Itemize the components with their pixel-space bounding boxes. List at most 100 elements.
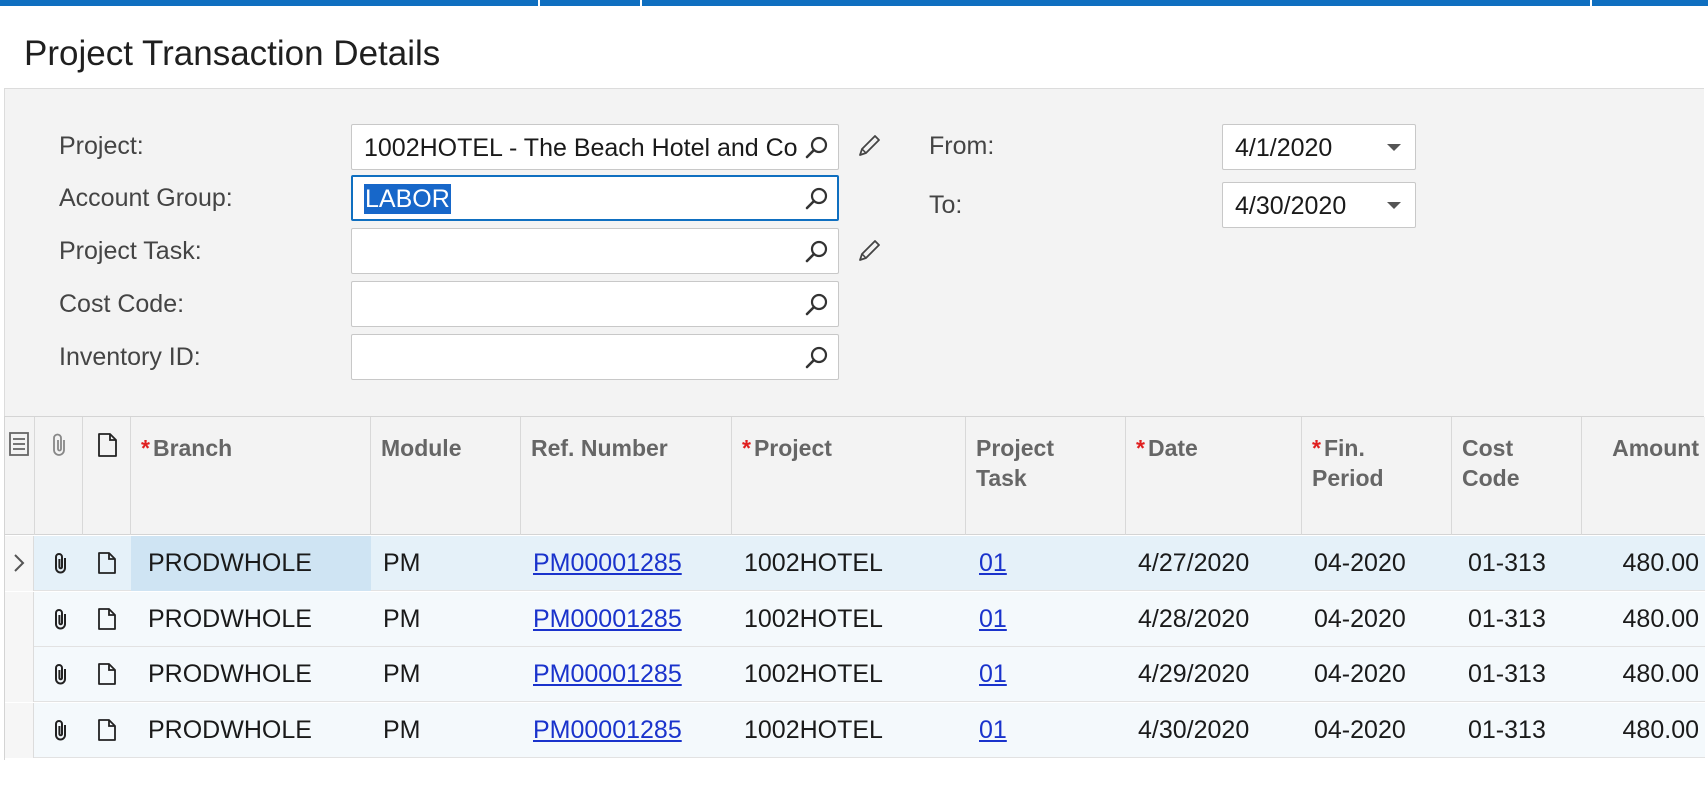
cell-branch: PRODWHOLE [148, 715, 312, 744]
column-header-module[interactable]: Module [371, 417, 521, 535]
cell-cost-code: 01-313 [1468, 604, 1546, 633]
column-label: Fin. Period [1312, 435, 1384, 491]
search-icon[interactable] [804, 186, 830, 212]
column-label: Date [1147, 435, 1198, 461]
notes-header[interactable] [83, 417, 131, 535]
row-selector[interactable] [5, 536, 34, 591]
from-date-value: 4/1/2020 [1235, 134, 1333, 162]
paperclip-icon[interactable] [48, 717, 74, 743]
cost-code-field[interactable] [351, 281, 839, 327]
cell-amount: 480.00 [1622, 549, 1699, 577]
column-header-branch[interactable]: * Branch [131, 417, 371, 535]
required-mark: * [1136, 435, 1145, 461]
column-label: Module [381, 435, 462, 461]
column-header-date[interactable]: * Date [1126, 417, 1302, 535]
cell-module: PM [383, 604, 421, 633]
to-date-value: 4/30/2020 [1235, 192, 1347, 220]
project-value: 1002HOTEL - The Beach Hotel and Co [364, 134, 798, 162]
paperclip-icon[interactable] [46, 431, 74, 459]
cell-project-task[interactable]: 01 [979, 536, 1007, 591]
column-header-fin-period[interactable]: * Fin. Period [1302, 417, 1452, 535]
paperclip-icon[interactable] [48, 606, 74, 632]
top-bar-divider [640, 0, 642, 6]
grid-header: * Branch Module Ref. Number * Project Proj… [5, 417, 1705, 535]
top-accent-bar [0, 0, 1708, 6]
document-icon[interactable] [93, 431, 121, 459]
cell-project-task[interactable]: 01 [979, 647, 1007, 702]
pencil-icon[interactable] [854, 131, 884, 161]
inventory-id-field[interactable] [351, 334, 839, 380]
search-icon[interactable] [804, 292, 830, 318]
account-group-label: Account Group: [59, 184, 233, 212]
attachment-header[interactable] [35, 417, 83, 535]
cell-project-task[interactable]: 01 [979, 592, 1007, 647]
paperclip-icon[interactable] [48, 661, 74, 687]
search-icon[interactable] [804, 345, 830, 371]
cell-fin-period: 04-2020 [1314, 660, 1406, 688]
cell-project: 1002HOTEL [744, 715, 883, 744]
cell-fin-period: 04-2020 [1314, 604, 1406, 633]
search-icon[interactable] [804, 239, 830, 265]
cell-amount: 480.00 [1622, 604, 1699, 633]
required-mark: * [1312, 435, 1321, 461]
column-header-cost-code[interactable]: Cost Code [1452, 417, 1582, 535]
column-header-amount[interactable]: Amount [1582, 417, 1705, 535]
cell-branch: PRODWHOLE [148, 604, 312, 633]
project-field[interactable]: 1002HOTEL - The Beach Hotel and Co [351, 124, 839, 170]
cell-date: 4/27/2020 [1138, 549, 1250, 577]
cell-amount: 480.00 [1622, 660, 1699, 688]
column-label: Project Task [976, 435, 1054, 491]
from-date-label: From: [929, 132, 995, 160]
cell-project: 1002HOTEL [744, 604, 883, 633]
row-selector[interactable] [5, 702, 34, 758]
cell-ref-number[interactable]: PM00001285 [533, 592, 682, 647]
pencil-icon[interactable] [854, 236, 884, 266]
dropdown-caret-icon[interactable] [1387, 144, 1401, 151]
cell-ref-number[interactable]: PM00001285 [533, 647, 682, 702]
table-row[interactable]: PRODWHOLE PM PM00001285 1002HOTEL 01 4/29/202… [5, 647, 1705, 702]
document-icon[interactable] [94, 717, 120, 743]
project-task-field[interactable] [351, 228, 839, 274]
table-row[interactable]: PRODWHOLE PM PM00001285 1002HOTEL 01 4/28/202… [5, 591, 1705, 647]
row-settings-icon[interactable] [7, 431, 31, 457]
column-label: Ref. Number [531, 435, 668, 461]
chevron-right-icon [14, 554, 25, 572]
table-row[interactable]: PRODWHOLE PM PM00001285 1002HOTEL 01 4/27/202… [5, 536, 1705, 591]
cell-module: PM [383, 660, 421, 688]
top-bar-divider [538, 0, 540, 6]
row-selector[interactable] [5, 647, 34, 702]
cell-project: 1002HOTEL [744, 660, 883, 688]
transactions-grid: * Branch Module Ref. Number * Project Proj… [4, 416, 1705, 760]
cell-branch: PRODWHOLE [148, 549, 312, 577]
row-settings-header[interactable] [5, 417, 35, 535]
document-icon[interactable] [94, 550, 120, 576]
cell-project: 1002HOTEL [744, 549, 883, 577]
cell-ref-number[interactable]: PM00001285 [533, 703, 682, 758]
column-label: Amount [1612, 435, 1699, 461]
dropdown-caret-icon[interactable] [1387, 202, 1401, 209]
column-header-ref-number[interactable]: Ref. Number [521, 417, 732, 535]
cell-project-task[interactable]: 01 [979, 703, 1007, 758]
column-label: Cost Code [1462, 435, 1520, 491]
search-icon[interactable] [804, 135, 830, 161]
row-selector[interactable] [5, 591, 34, 647]
column-header-project[interactable]: * Project [732, 417, 966, 535]
to-date-field[interactable]: 4/30/2020 [1222, 182, 1416, 228]
from-date-field[interactable]: 4/1/2020 [1222, 124, 1416, 170]
column-header-project-task[interactable]: Project Task [966, 417, 1126, 535]
page-title: Project Transaction Details [24, 34, 441, 73]
account-group-field[interactable]: LABOR [351, 175, 839, 221]
document-icon[interactable] [94, 661, 120, 687]
paperclip-icon[interactable] [48, 550, 74, 576]
to-date-label: To: [929, 191, 963, 219]
column-label: Branch [152, 435, 233, 461]
top-bar-divider [1590, 0, 1592, 6]
document-icon[interactable] [94, 606, 120, 632]
cell-fin-period: 04-2020 [1314, 549, 1406, 577]
cell-ref-number[interactable]: PM00001285 [533, 536, 682, 591]
cell-module: PM [383, 715, 421, 744]
cell-cost-code: 01-313 [1468, 660, 1546, 688]
required-mark: * [742, 435, 751, 461]
required-mark: * [141, 435, 150, 461]
table-row[interactable]: PRODWHOLE PM PM00001285 1002HOTEL 01 4/30/202… [5, 702, 1705, 758]
